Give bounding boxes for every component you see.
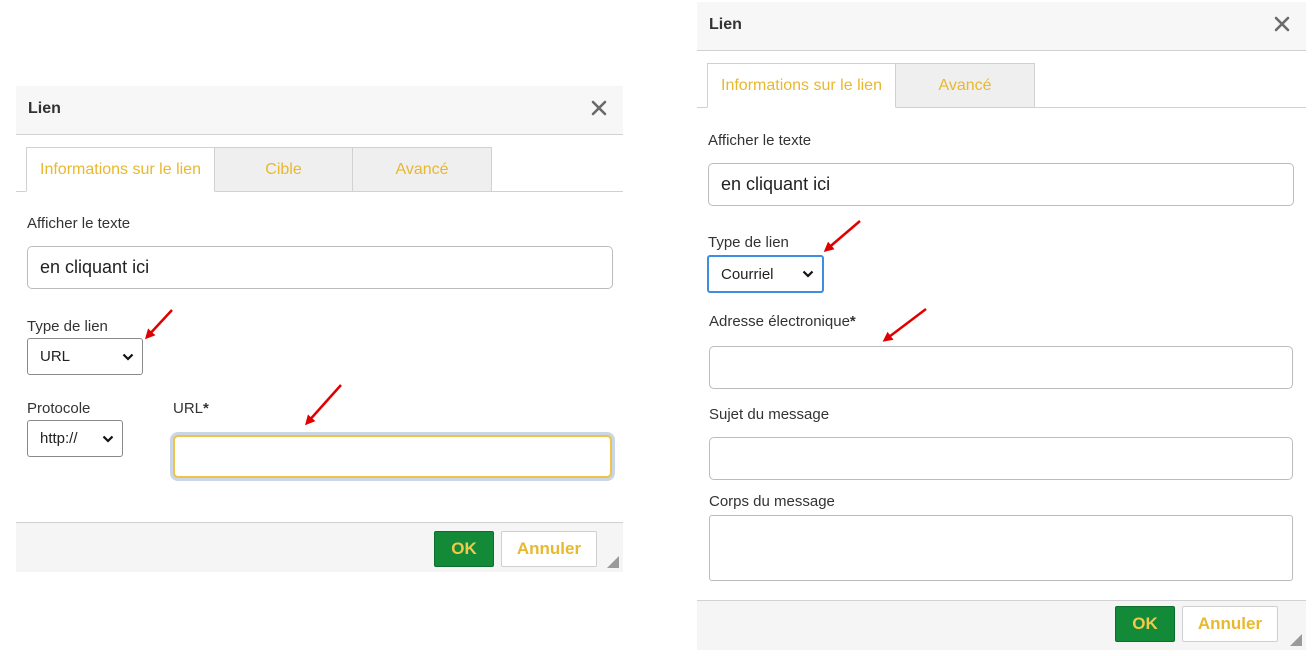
link-dialog-url: Lien Informations sur le lien Cible Avan… xyxy=(16,86,623,572)
display-text-value: en cliquant ici xyxy=(40,257,150,277)
email-input[interactable] xyxy=(709,346,1293,389)
display-text-label: Afficher le texte xyxy=(27,215,131,232)
tab-target[interactable]: Cible xyxy=(214,147,353,192)
protocol-value: http:// xyxy=(40,430,78,447)
link-type-value: URL xyxy=(40,348,71,365)
close-icon[interactable] xyxy=(1272,14,1292,34)
chevron-down-icon xyxy=(122,353,134,361)
link-type-label: Type de lien xyxy=(708,234,789,251)
display-text-input[interactable]: en cliquant ici xyxy=(27,246,613,289)
chevron-down-icon xyxy=(802,270,814,278)
cancel-button[interactable]: Annuler xyxy=(501,531,597,567)
display-text-input[interactable]: en cliquant ici xyxy=(708,163,1294,206)
link-type-select[interactable]: URL xyxy=(27,338,143,375)
required-mark: * xyxy=(203,400,209,417)
link-dialog-email: Lien Informations sur le lien Avancé Aff… xyxy=(697,2,1306,650)
link-type-label: Type de lien xyxy=(27,318,108,335)
cancel-button[interactable]: Annuler xyxy=(1182,606,1278,642)
chevron-down-icon xyxy=(102,435,114,443)
display-text-value: en cliquant ici xyxy=(721,174,831,194)
ok-button[interactable]: OK xyxy=(1115,606,1175,642)
protocol-select[interactable]: http:// xyxy=(27,420,123,457)
tab-advanced[interactable]: Avancé xyxy=(895,63,1035,108)
link-type-value: Courriel xyxy=(721,265,774,283)
dialog-header: Lien xyxy=(697,2,1306,51)
dialog-footer: OK Annuler xyxy=(16,522,623,572)
resize-grip-icon[interactable] xyxy=(1290,634,1302,646)
tab-link-info[interactable]: Informations sur le lien xyxy=(26,147,215,192)
url-input[interactable] xyxy=(173,435,612,478)
email-label-text: Adresse électronique xyxy=(709,313,850,330)
dialog-header: Lien xyxy=(16,86,623,135)
dialog-title: Lien xyxy=(709,16,742,33)
dialog-title: Lien xyxy=(28,100,61,117)
tab-link-info[interactable]: Informations sur le lien xyxy=(707,63,896,108)
body-label: Corps du message xyxy=(709,493,835,510)
body-textarea[interactable] xyxy=(709,515,1293,581)
resize-grip-icon[interactable] xyxy=(607,556,619,568)
email-label: Adresse électronique* xyxy=(709,313,856,330)
link-type-select[interactable]: Courriel xyxy=(707,255,824,293)
protocol-label: Protocole xyxy=(27,400,91,417)
dialog-footer: OK Annuler xyxy=(697,600,1306,650)
required-mark: * xyxy=(849,313,856,330)
ok-button[interactable]: OK xyxy=(434,531,494,567)
subject-label: Sujet du message xyxy=(709,406,830,423)
close-icon[interactable] xyxy=(589,98,609,118)
url-label-text: URL xyxy=(173,400,204,417)
tab-advanced[interactable]: Avancé xyxy=(352,147,492,192)
url-label: URL* xyxy=(173,400,209,417)
subject-input[interactable] xyxy=(709,437,1293,480)
display-text-label: Afficher le texte xyxy=(708,132,812,149)
